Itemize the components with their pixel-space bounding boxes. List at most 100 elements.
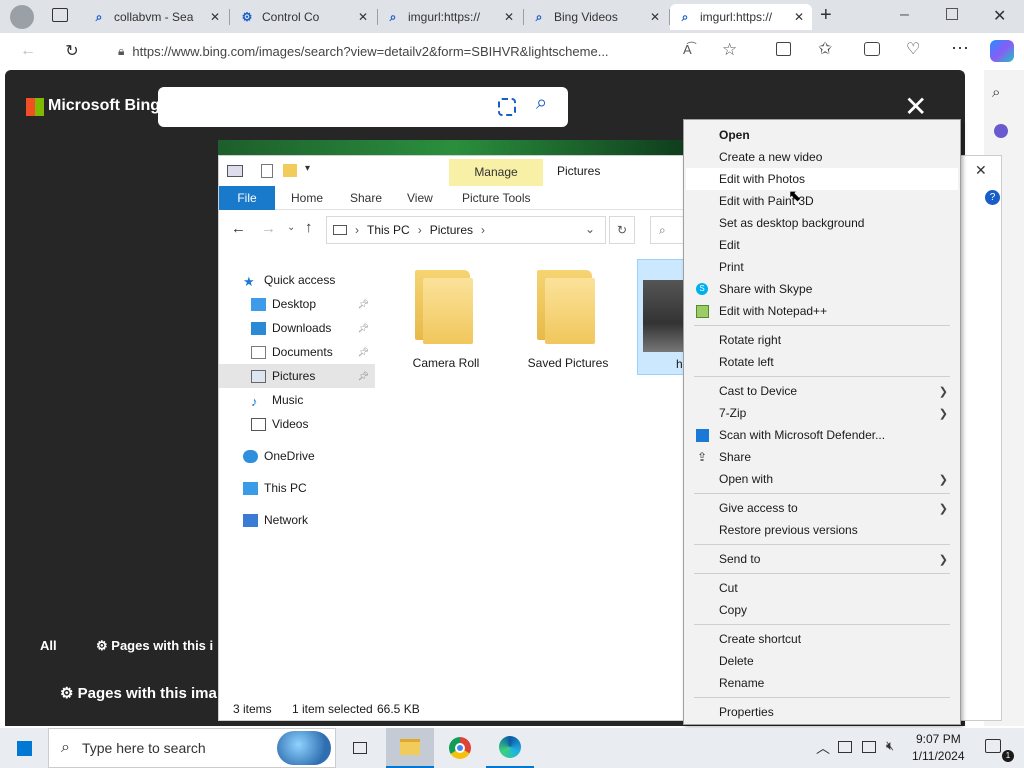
sidebar-app-icon[interactable] — [994, 124, 1008, 138]
menu-item-open[interactable]: Open — [686, 124, 958, 146]
close-tab-icon[interactable]: ✕ — [210, 10, 220, 24]
menu-item-edit-with-photos[interactable]: Edit with Photos — [686, 168, 958, 190]
properties-icon[interactable] — [261, 164, 273, 178]
menu-item-open-with[interactable]: Open with ❯ — [686, 468, 958, 490]
new-tab-button[interactable]: + — [820, 4, 840, 28]
menu-item-rename[interactable]: Rename — [686, 672, 958, 694]
menu-item-edit[interactable]: Edit — [686, 234, 958, 256]
ribbon-tab-view[interactable]: View — [397, 186, 443, 210]
menu-item-print[interactable]: Print — [686, 256, 958, 278]
chrome-icon[interactable] — [436, 728, 484, 768]
pin-icon[interactable]: 📌︎ — [358, 371, 369, 382]
close-window-button[interactable]: ✕ — [993, 6, 1009, 26]
favorites-icon[interactable]: ✩ — [818, 39, 832, 59]
read-aloud-icon[interactable]: A͡ — [683, 42, 692, 57]
close-tab-icon[interactable]: ✕ — [650, 10, 660, 24]
browser-tab[interactable]: ⌕ collabvm - Sea ✕ — [84, 4, 228, 30]
tab-actions-icon[interactable] — [52, 8, 68, 22]
bing-logo[interactable]: Microsoft Bing — [48, 97, 160, 115]
nav-item-downloads[interactable]: Downloads 📌︎ — [219, 316, 375, 340]
menu-item-edit-with-paint-3d[interactable]: Edit with Paint 3D — [686, 190, 958, 212]
start-button[interactable] — [0, 728, 48, 768]
recent-dropdown-icon[interactable]: ⌄ — [287, 222, 295, 233]
nav-item-documents[interactable]: Documents 📌︎ — [219, 340, 375, 364]
file-explorer-taskbar-icon[interactable] — [386, 728, 434, 768]
bing-logo-icon[interactable] — [26, 98, 44, 116]
menu-item-scan-with-microsoft-defender[interactable]: Scan with Microsoft Defender... — [686, 424, 958, 446]
menu-item-set-as-desktop-background[interactable]: Set as desktop background — [686, 212, 958, 234]
nav-item-quick-access[interactable]: ★ Quick access — [219, 268, 375, 292]
bing-search-box[interactable]: ⌕ — [158, 87, 568, 127]
pin-icon[interactable]: 📌︎ — [358, 299, 369, 310]
back-arrow-icon[interactable]: ← — [231, 220, 246, 237]
browser-tab[interactable]: ⌕ imgurl:https:// ✕ — [670, 4, 812, 30]
profile-avatar[interactable] — [10, 5, 34, 29]
back-button[interactable]: ← — [14, 37, 42, 65]
help-icon[interactable]: ? — [985, 190, 1000, 205]
manage-context-tab[interactable]: Manage — [449, 159, 543, 186]
browser-tab[interactable]: ⌕ Bing Videos ✕ — [524, 4, 668, 30]
ribbon-tab-file[interactable]: File — [219, 186, 275, 210]
copilot-icon[interactable] — [990, 40, 1014, 62]
address-bar[interactable]: 🔒︎ https://www.bing.com/images/search?vi… — [100, 38, 680, 65]
dialog-close-icon[interactable]: ✕ — [975, 162, 987, 179]
menu-item-cut[interactable]: Cut — [686, 577, 958, 599]
menu-item-rotate-right[interactable]: Rotate right — [686, 329, 958, 351]
clock-date[interactable]: 1/11/2024 — [912, 749, 965, 763]
menu-item-send-to[interactable]: Send to ❯ — [686, 548, 958, 570]
pin-icon[interactable]: 📌︎ — [358, 323, 369, 334]
explorer-address-bar[interactable]: › This PC › Pictures › — [326, 216, 606, 244]
nav-item-pictures[interactable]: Pictures 📌︎ — [219, 364, 375, 388]
more-menu-icon[interactable]: ⋯ — [951, 38, 969, 59]
nav-item-onedrive[interactable]: OneDrive — [219, 444, 375, 468]
visual-search-icon[interactable] — [498, 98, 516, 116]
menu-item-restore-previous-versions[interactable]: Restore previous versions — [686, 519, 958, 541]
bing-tab-pages[interactable]: ⚙ Pages with this i — [96, 638, 213, 654]
bing-tab-all[interactable]: All — [40, 638, 57, 653]
folder-item-camera-roll[interactable]: Camera Roll — [391, 268, 501, 374]
menu-item-give-access-to[interactable]: Give access to ❯ — [686, 497, 958, 519]
close-tab-icon[interactable]: ✕ — [504, 10, 514, 24]
nav-item-this-pc[interactable]: This PC — [219, 476, 375, 500]
nav-item-videos[interactable]: Videos — [219, 412, 375, 436]
menu-item-create-shortcut[interactable]: Create shortcut — [686, 628, 958, 650]
taskbar-search[interactable]: ⌕ Type here to search — [48, 728, 336, 768]
nav-item-network[interactable]: Network — [219, 508, 375, 532]
browser-tab[interactable]: ⚙ Control Co ✕ — [232, 4, 376, 30]
pin-icon[interactable]: 📌︎ — [358, 347, 369, 358]
menu-item-rotate-left[interactable]: Rotate left — [686, 351, 958, 373]
folder-item-saved-pictures[interactable]: Saved Pictures — [513, 268, 623, 374]
menu-item-cast-to-device[interactable]: Cast to Device ❯ — [686, 380, 958, 402]
browser-tab[interactable]: ⌕ imgurl:https:// ✕ — [378, 4, 522, 30]
menu-item-properties[interactable]: Properties — [686, 701, 958, 723]
restore-button[interactable] — [946, 8, 958, 20]
ribbon-tab-share[interactable]: Share — [340, 186, 392, 210]
nav-item-music[interactable]: ♪ Music — [219, 388, 375, 412]
close-tab-icon[interactable]: ✕ — [794, 10, 804, 24]
menu-item-copy[interactable]: Copy — [686, 599, 958, 621]
menu-item-share[interactable]: ⇪ Share — [686, 446, 958, 468]
clock-time[interactable]: 9:07 PM — [916, 732, 961, 746]
favorite-icon[interactable]: ☆ — [722, 40, 737, 60]
menu-item-create-a-new-video[interactable]: Create a new video — [686, 146, 958, 168]
volume-muted-icon[interactable]: 🔇︎ — [886, 738, 894, 754]
menu-item-share-with-skype[interactable]: S Share with Skype — [686, 278, 958, 300]
ribbon-tab-picture-tools[interactable]: Picture Tools — [452, 186, 540, 210]
tray-app-icon[interactable] — [838, 741, 852, 753]
new-folder-icon[interactable] — [283, 164, 297, 177]
show-hidden-icons[interactable]: ︿ — [816, 738, 830, 758]
collections-icon[interactable] — [864, 42, 880, 56]
menu-item-delete[interactable]: Delete — [686, 650, 958, 672]
task-view-icon[interactable] — [336, 728, 384, 768]
explorer-window-icon[interactable] — [227, 165, 243, 177]
breadcrumb-this-pc[interactable]: This PC — [367, 223, 410, 237]
network-icon[interactable] — [862, 741, 876, 753]
search-icon[interactable]: ⌕ — [536, 92, 547, 115]
forward-arrow-icon[interactable]: → — [261, 220, 276, 237]
minimize-button[interactable]: – — [900, 6, 920, 26]
refresh-button[interactable]: ↻ — [58, 37, 86, 65]
notifications-icon[interactable] — [985, 739, 1001, 753]
nav-item-desktop[interactable]: Desktop 📌︎ — [219, 292, 375, 316]
performance-icon[interactable]: ♡ — [906, 39, 920, 59]
refresh-path-icon[interactable]: ↻ — [609, 216, 635, 244]
